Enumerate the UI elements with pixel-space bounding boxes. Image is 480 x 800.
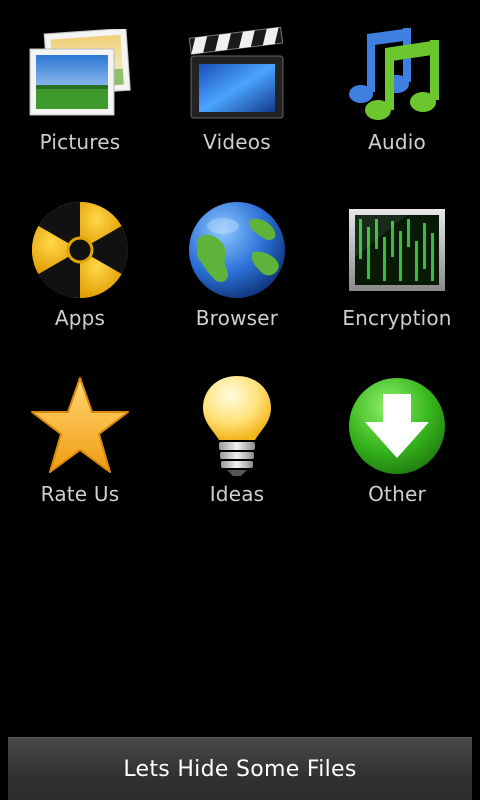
tile-rate-us[interactable]: Rate Us [0, 374, 160, 550]
tile-label: Ideas [209, 482, 265, 506]
tile-ideas[interactable]: Ideas [160, 374, 314, 550]
star-icon [28, 374, 132, 478]
globe-icon [185, 198, 289, 302]
tile-label: Other [368, 482, 426, 506]
hide-files-button-label: Lets Hide Some Files [123, 756, 357, 782]
download-arrow-icon [345, 374, 449, 478]
tile-label: Browser [195, 306, 279, 330]
tile-label: Encryption [342, 306, 452, 330]
app-screen: Pictures Videos Audio Apps Browser Encry… [0, 0, 480, 800]
hide-files-button[interactable]: Lets Hide Some Files [8, 737, 472, 800]
music-notes-icon [345, 22, 449, 126]
tile-label: Rate Us [40, 482, 120, 506]
tile-label: Audio [368, 130, 426, 154]
pictures-icon [28, 22, 132, 126]
tile-label: Videos [203, 130, 271, 154]
tile-browser[interactable]: Browser [160, 198, 314, 374]
tile-videos[interactable]: Videos [160, 22, 314, 198]
tile-audio[interactable]: Audio [314, 22, 480, 198]
tile-apps[interactable]: Apps [0, 198, 160, 374]
tile-label: Pictures [39, 130, 121, 154]
tile-other[interactable]: Other [314, 374, 480, 550]
tile-label: Apps [54, 306, 106, 330]
radiation-icon [28, 198, 132, 302]
tile-encryption[interactable]: Encryption [314, 198, 480, 374]
video-clapper-icon [185, 22, 289, 126]
matrix-code-icon [345, 198, 449, 302]
tile-pictures[interactable]: Pictures [0, 22, 160, 198]
category-grid: Pictures Videos Audio Apps Browser Encry… [0, 22, 480, 550]
light-bulb-icon [185, 374, 289, 478]
